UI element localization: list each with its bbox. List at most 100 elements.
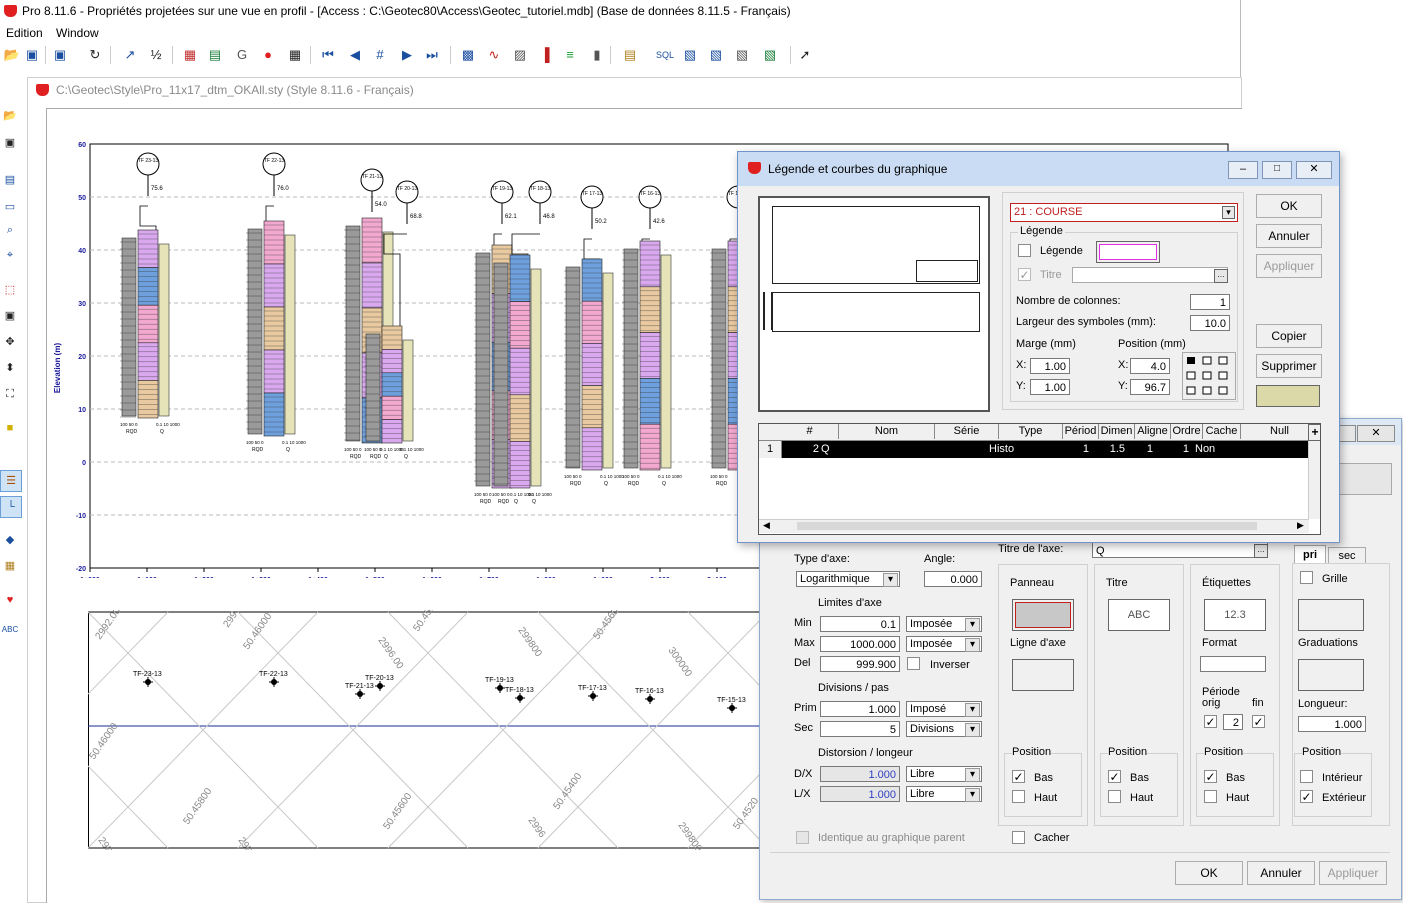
titre-browse-button[interactable]: … xyxy=(1214,269,1228,283)
min-mode-select[interactable]: Imposée xyxy=(906,616,982,632)
layout-icon[interactable]: ▤ xyxy=(0,170,20,190)
graduations-style-button[interactable] xyxy=(1298,659,1364,691)
move-icon[interactable]: ✥ xyxy=(0,332,20,352)
scroll-left-icon[interactable]: ◀ xyxy=(763,520,770,531)
goto-icon[interactable]: # xyxy=(370,45,390,65)
lx-mode-select[interactable]: Libre xyxy=(906,786,982,802)
hatch-icon[interactable]: ▩ xyxy=(458,45,478,65)
panneau-color-button[interactable] xyxy=(1012,599,1074,631)
interieur-checkbox[interactable] xyxy=(1300,770,1313,783)
db-check-icon[interactable]: ▧ xyxy=(732,45,752,65)
columns-icon[interactable]: ☰ xyxy=(0,470,22,492)
first-icon[interactable]: ⏮ xyxy=(318,45,338,65)
margin-y-input[interactable]: 1.00 xyxy=(1030,379,1070,395)
table-grid-icon[interactable]: ▦ xyxy=(0,556,20,576)
legend-close-button[interactable]: ✕ xyxy=(1296,161,1332,179)
legend-color-button[interactable] xyxy=(1096,241,1160,263)
max-mode-select[interactable]: Imposée xyxy=(906,636,982,652)
table-icon[interactable]: ▤ xyxy=(205,45,225,65)
heart-icon[interactable]: ♥ xyxy=(0,590,20,610)
etiquettes-haut-checkbox[interactable] xyxy=(1204,790,1217,803)
axis-ok-button[interactable]: OK xyxy=(1175,861,1243,885)
titre-input[interactable] xyxy=(1072,267,1228,283)
axis-dialog-close-button[interactable]: ✕ xyxy=(1357,425,1395,442)
pos-x-input[interactable]: 4.0 xyxy=(1130,358,1170,374)
table-header-cell[interactable]: Ordre xyxy=(1171,424,1203,439)
panneau-haut-checkbox[interactable] xyxy=(1012,790,1025,803)
titre-checkbox[interactable]: ✓ xyxy=(1018,268,1031,281)
axis-title-input[interactable]: Q xyxy=(1092,542,1268,558)
last-icon[interactable]: ⏭ xyxy=(422,45,442,65)
table-header-cell[interactable]: Nom xyxy=(839,424,935,439)
lx-input[interactable]: 1.000 xyxy=(820,786,900,802)
legend-minimize-button[interactable]: – xyxy=(1228,161,1258,179)
panel-icon[interactable]: ▭ xyxy=(0,197,20,217)
symbol-width-input[interactable]: 10.0 xyxy=(1190,315,1230,331)
pattern-icon[interactable]: ▨ xyxy=(510,45,530,65)
grille-style-button[interactable] xyxy=(1298,599,1364,631)
legend-bg-color-button[interactable] xyxy=(1256,385,1320,407)
titre-bas-checkbox[interactable]: ✓ xyxy=(1108,770,1121,783)
zoom-icon[interactable]: ⌕ xyxy=(0,220,20,240)
fit-icon[interactable]: ⛶ xyxy=(0,384,20,404)
pos-y-input[interactable]: 96.7 xyxy=(1130,379,1170,395)
titre-font-button[interactable]: ABC xyxy=(1108,599,1170,631)
refresh-icon[interactable]: ↻ xyxy=(85,45,105,65)
grille-checkbox[interactable] xyxy=(1300,571,1313,584)
sec-mode-select[interactable]: Divisions xyxy=(906,721,982,737)
legend-delete-button[interactable]: Supprimer xyxy=(1256,354,1322,378)
diamond-icon[interactable]: ◆ xyxy=(0,530,20,550)
table-header-cell[interactable]: Cache xyxy=(1203,424,1241,439)
fraction-icon[interactable]: ½ xyxy=(146,45,166,65)
panneau-bas-checkbox[interactable]: ✓ xyxy=(1012,770,1025,783)
min-input[interactable]: 0.1 xyxy=(820,616,900,632)
save-style-icon[interactable]: ▣ xyxy=(0,133,20,153)
prev-icon[interactable]: ◀ xyxy=(345,45,365,65)
next-icon[interactable]: ▶ xyxy=(397,45,417,65)
legend-ok-button[interactable]: OK xyxy=(1256,194,1322,218)
sec-input[interactable]: 5 xyxy=(820,721,900,737)
del-input[interactable]: 999.900 xyxy=(820,656,900,672)
table-header-cell[interactable]: Dimen xyxy=(1099,424,1135,439)
exterieur-checkbox[interactable]: ✓ xyxy=(1300,790,1313,803)
etiquettes-font-button[interactable]: 12.3 xyxy=(1204,599,1266,631)
axis-title-browse-button[interactable]: … xyxy=(1254,544,1268,558)
copy-icon[interactable]: ▦ xyxy=(180,45,200,65)
save-all-icon[interactable]: ▣ xyxy=(50,45,70,65)
table-add-button[interactable]: + xyxy=(1308,424,1320,441)
prim-input[interactable]: 1.000 xyxy=(820,701,900,717)
prim-mode-select[interactable]: Imposé xyxy=(906,701,982,717)
menu-window[interactable]: Window xyxy=(56,26,99,40)
report-icon[interactable]: ▤ xyxy=(620,45,640,65)
dx-mode-select[interactable]: Libre xyxy=(906,766,982,782)
periode-input[interactable]: 2 xyxy=(1223,714,1243,730)
save-icon[interactable]: ▣ xyxy=(22,45,42,65)
orig-checkbox[interactable]: ✓ xyxy=(1204,715,1217,728)
bar-icon[interactable]: ▐ xyxy=(535,45,555,65)
table-vscroll[interactable] xyxy=(1308,441,1320,519)
line-icon[interactable]: ∿ xyxy=(484,45,504,65)
g-icon[interactable]: G xyxy=(232,45,252,65)
legend-copy-button[interactable]: Copier xyxy=(1256,324,1322,348)
open-icon[interactable]: 📂 xyxy=(2,45,22,65)
scroll-thumb[interactable] xyxy=(797,522,1257,530)
cacher-checkbox[interactable] xyxy=(1012,831,1025,844)
identical-checkbox[interactable] xyxy=(796,831,809,844)
margin-x-input[interactable]: 1.00 xyxy=(1030,358,1070,374)
resize-icon[interactable]: ⬍ xyxy=(0,358,20,378)
cylinder-icon[interactable]: ▮ xyxy=(587,45,607,65)
series-select[interactable]: 21 : COURSE ▾ xyxy=(1010,203,1238,222)
chart-icon[interactable]: ↗ xyxy=(120,45,140,65)
table-header-cell[interactable]: Périod xyxy=(1063,424,1099,439)
axis-line-button[interactable] xyxy=(1012,659,1074,691)
table-hscroll[interactable]: ◀ ▶ xyxy=(759,519,1309,533)
tab-pri[interactable]: pri xyxy=(1294,545,1326,564)
format-input[interactable] xyxy=(1200,656,1266,672)
legend-checkbox[interactable] xyxy=(1018,244,1031,257)
table-header-cell[interactable]: # xyxy=(781,424,839,439)
table-header-cell[interactable]: Type xyxy=(999,424,1063,439)
open-style-icon[interactable]: 📂 xyxy=(0,106,20,126)
longueur-input[interactable]: 1.000 xyxy=(1298,716,1366,732)
fin-checkbox[interactable]: ✓ xyxy=(1252,715,1265,728)
db-export-icon[interactable]: ▧ xyxy=(760,45,780,65)
